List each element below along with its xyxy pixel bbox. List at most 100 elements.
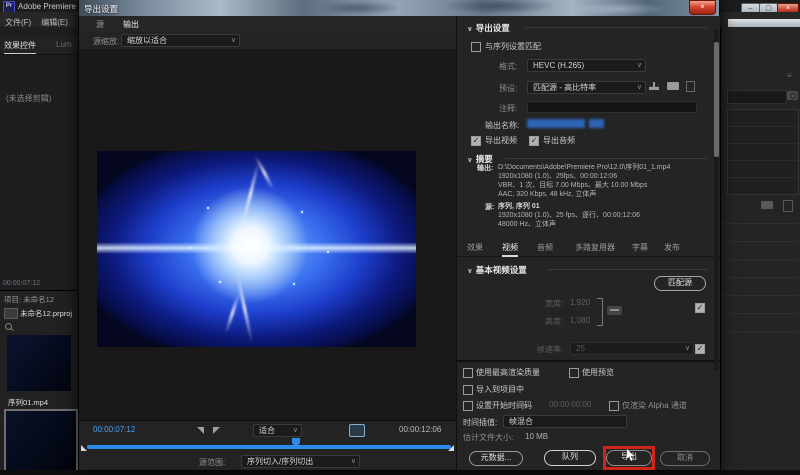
match-sequence-label: 与序列设置匹配 <box>485 41 541 52</box>
scrubber-row <box>79 439 456 453</box>
no-clip-selected-text: (未选择剪辑) <box>6 93 51 104</box>
tab-lumetri[interactable]: Lum <box>56 40 72 49</box>
tab-video[interactable]: 视频 <box>502 242 518 257</box>
menu-file[interactable]: 文件(F) <box>0 14 36 27</box>
settings-scrollbar[interactable] <box>714 30 719 370</box>
dialog-titlebar[interactable]: 导出设置 × <box>79 0 719 16</box>
folder-icon[interactable] <box>761 201 773 209</box>
use-previews-checkbox[interactable] <box>569 368 579 378</box>
match-sequence-checkbox[interactable] <box>471 42 481 52</box>
metadata-button[interactable]: 元数据... <box>469 451 523 466</box>
current-timecode[interactable]: 00:00:07:12 <box>93 425 135 434</box>
output-name-redacted[interactable] <box>527 119 585 128</box>
crop-button[interactable] <box>349 424 365 437</box>
tab-source[interactable]: 源 <box>96 19 104 30</box>
basic-video-section-header[interactable]: ∨基本视频设置 <box>467 264 527 276</box>
trash-icon[interactable] <box>783 200 793 212</box>
preset-label: 预设: <box>499 83 517 94</box>
summary-source-line2: 1920x1080 (1.0)、25 fps、逐行、00:00:12:06 <box>498 211 640 220</box>
save-preset-icon[interactable] <box>649 82 659 90</box>
cancel-button[interactable]: 取消 <box>660 451 710 466</box>
source-scaling-label: 源缩放: <box>93 36 119 47</box>
output-name-label: 输出名称: <box>485 120 519 131</box>
summary-source-line3: 48000 Hz、立体声 <box>498 220 556 229</box>
zoom-level-dropdown[interactable]: 适合∨ <box>253 424 302 437</box>
use-previews-label: 使用预览 <box>582 367 614 378</box>
export-highlight-box <box>603 446 655 470</box>
width-label: 宽度: <box>545 298 563 309</box>
source-range-row: 源范围: 序列切入/序列切出∨ <box>79 453 456 470</box>
export-settings-section-header[interactable]: ∨导出设置 <box>467 22 510 34</box>
export-video-checkbox[interactable]: ✓ <box>471 136 481 146</box>
preset-dropdown[interactable]: 匹配源 - 高比特率∨ <box>527 81 646 94</box>
scrollbar-thumb[interactable] <box>714 42 719 157</box>
mark-in-icon[interactable] <box>197 427 204 434</box>
tab-audio[interactable]: 音频 <box>537 242 553 253</box>
duration-timecode: 00:00:12:06 <box>399 425 441 434</box>
chevron-down-icon: ∨ <box>231 36 236 45</box>
clip-thumbnail-selected[interactable] <box>4 409 78 475</box>
project-tab-label[interactable]: 项目: 未命名12 <box>4 294 54 305</box>
chevron-down-icon: ∨ <box>293 426 298 435</box>
project-file-name[interactable]: 未命名12.prproj <box>20 308 72 319</box>
match-source-button[interactable]: 匹配源 <box>654 276 706 291</box>
panel-menu-icon[interactable]: ≡ <box>787 71 792 80</box>
video-preview-frame[interactable] <box>97 151 416 347</box>
preview-background <box>79 49 456 420</box>
range-end-handle[interactable] <box>448 445 454 451</box>
timeline-scrubber[interactable] <box>87 445 451 449</box>
framerate-checkbox[interactable]: ✓ <box>695 344 705 354</box>
height-label: 高度: <box>545 316 563 327</box>
render-alpha-only-checkbox[interactable] <box>609 401 619 411</box>
summary-output-line1: D:\Documents\Adobe\Premiere Pro\12.0\序列0… <box>498 163 670 172</box>
format-dropdown[interactable]: HEVC (H.265)∨ <box>527 59 646 72</box>
screen: Pr Adobe Premiere Pro – ▢ × 文件(F)编辑(E)剪辑… <box>0 0 800 475</box>
search-icon-tail <box>10 328 14 331</box>
chevron-down-icon: ∨ <box>685 344 690 353</box>
twirl-down-icon: ∨ <box>467 157 473 164</box>
set-start-timecode-checkbox[interactable] <box>463 401 473 411</box>
background-search-field[interactable] <box>727 90 787 104</box>
tab-effects[interactable]: 效果 <box>467 242 483 253</box>
mark-out-icon[interactable] <box>213 427 220 434</box>
framerate-label: 帧速率: <box>537 344 563 355</box>
menu-edit[interactable]: 编辑(E) <box>36 14 73 27</box>
time-interpolation-dropdown[interactable]: 帧混合 <box>503 415 627 428</box>
source-scaling-row: 源缩放: 缩放以适合∨ <box>79 32 456 50</box>
max-render-quality-checkbox[interactable] <box>463 368 473 378</box>
import-into-project-label: 导入到项目中 <box>476 384 524 395</box>
playhead[interactable] <box>292 438 300 447</box>
settings-pane: ∨导出设置 与序列设置匹配 格式: HEVC (H.265)∨ 预设: 匹配源 … <box>456 16 720 470</box>
source-scaling-dropdown[interactable]: 缩放以适合∨ <box>121 34 240 47</box>
tab-publish[interactable]: 发布 <box>664 242 680 253</box>
background-listbox <box>727 109 799 195</box>
import-preset-icon[interactable] <box>667 82 679 90</box>
time-interpolation-label: 时间插值: <box>463 417 497 428</box>
tab-captions[interactable]: 字幕 <box>632 242 648 253</box>
clip-thumbnail[interactable] <box>7 335 71 391</box>
dialog-close-button[interactable]: × <box>689 0 716 15</box>
effect-panel-timecode: 00:00:07:12 <box>3 280 40 287</box>
source-range-dropdown[interactable]: 序列切入/序列切出∨ <box>241 455 360 468</box>
import-into-project-checkbox[interactable] <box>463 385 473 395</box>
width-height-checkbox[interactable]: ✓ <box>695 303 705 313</box>
height-value: 1,080 <box>570 316 590 325</box>
tab-effect-controls[interactable]: 效果控件 <box>4 40 36 55</box>
tab-multiplexer[interactable]: 多路复用器 <box>575 242 615 253</box>
comments-input[interactable] <box>527 101 697 113</box>
preview-pane: 源 输出 源缩放: 缩放以适合∨ <box>79 16 456 470</box>
project-panel: 项目: 未命名12 未命名12.prproj 序列01.mp4 <box>0 290 78 475</box>
export-audio-checkbox[interactable]: ✓ <box>529 136 539 146</box>
estimated-size-value: 10 MB <box>525 432 548 441</box>
link-icon[interactable] <box>607 306 622 315</box>
delete-preset-icon[interactable] <box>686 81 695 92</box>
summary-output-label: 输出: <box>477 163 493 173</box>
max-render-quality-label: 使用最高渲染质量 <box>476 367 540 378</box>
effect-controls-tabstrip: 效果控件 Lum <box>0 36 78 55</box>
settings-tabstrip: 效果 视频 音频 多路复用器 字幕 发布 <box>457 238 720 257</box>
chevron-down-icon: ∨ <box>637 61 642 70</box>
clip-name-label[interactable]: 序列01.mp4 <box>8 397 48 408</box>
output-name-redacted-2 <box>589 119 604 128</box>
queue-button[interactable]: 队列 <box>544 450 596 466</box>
framerate-dropdown[interactable]: 25∨ <box>570 342 694 355</box>
